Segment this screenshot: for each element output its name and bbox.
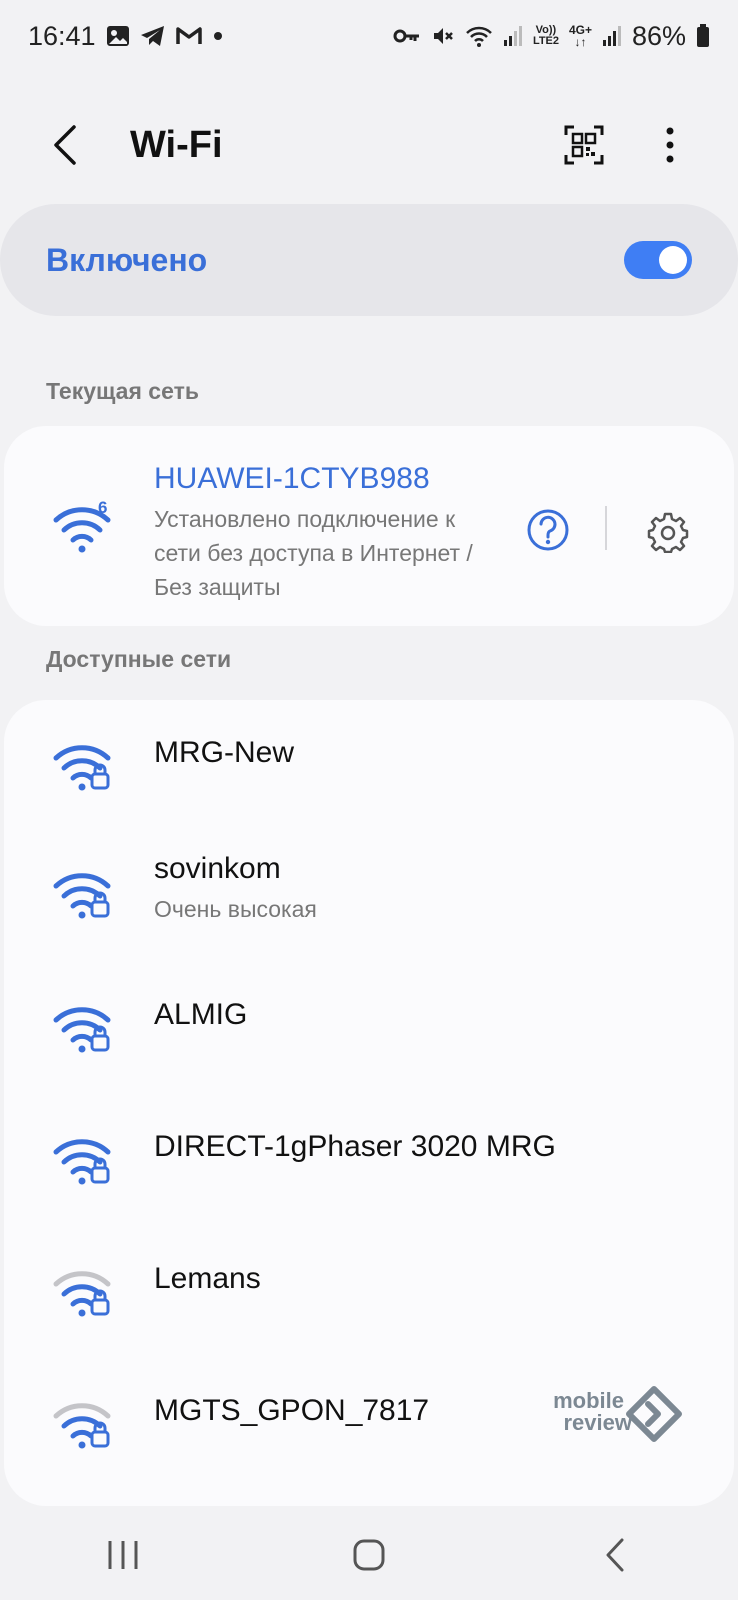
network-name: MRG-New xyxy=(154,736,294,769)
network-settings-button[interactable] xyxy=(640,504,696,560)
wifi-toggle-row[interactable]: Включено xyxy=(0,204,738,316)
volte-icon: Vo)) LTE2 xyxy=(532,24,560,47)
gear-icon xyxy=(647,512,689,553)
wifi-lock-icon xyxy=(53,745,111,791)
recent-apps-button[interactable] xyxy=(83,1525,163,1585)
mobile-review-logo: mobile review xyxy=(532,1386,682,1446)
switch-knob xyxy=(659,246,687,274)
wifi-6-badge: 6 xyxy=(98,498,108,517)
status-time: 16:41 xyxy=(28,20,96,51)
wifi-status-icon xyxy=(465,25,493,47)
mute-icon xyxy=(431,24,455,48)
network-name: sovinkom xyxy=(154,852,281,885)
recent-apps-icon xyxy=(108,1541,138,1569)
back-arrow-icon xyxy=(54,125,76,165)
wifi-lock-icon xyxy=(53,1403,111,1449)
current-network-status: Установлено подключение к сети без досту… xyxy=(154,506,473,600)
battery-percent: 86% xyxy=(631,20,686,51)
navigation-bar xyxy=(0,1510,738,1600)
telegram-icon xyxy=(140,25,166,47)
nav-back-button[interactable] xyxy=(575,1525,655,1585)
key-icon xyxy=(393,28,421,44)
network-list-item[interactable]: MRG-New xyxy=(4,700,734,810)
watermark-line2: review xyxy=(563,1410,633,1435)
network-signal-quality: Очень высокая xyxy=(154,896,317,922)
4g-icon: 4G+ ↓↑ xyxy=(568,23,592,49)
network-name: MGTS_GPON_7817 xyxy=(154,1394,430,1427)
wifi-lock-icon xyxy=(53,1139,111,1185)
home-icon xyxy=(353,1539,385,1571)
network-name: ALMIG xyxy=(154,998,248,1031)
gmail-icon xyxy=(175,26,202,46)
wifi-lock-icon xyxy=(53,1271,111,1317)
signal-icon xyxy=(602,25,622,47)
network-list-item[interactable]: ALMIG xyxy=(4,962,734,1072)
network-name: Lemans xyxy=(154,1262,261,1295)
wifi-lock-icon xyxy=(53,1007,111,1053)
watermark-line1: mobile xyxy=(553,1388,624,1413)
battery-icon xyxy=(696,24,710,48)
qr-code-icon xyxy=(564,125,604,165)
current-network-card: 6 HUAWEI-1CTYB988 Установлено подключени… xyxy=(4,426,734,626)
network-list-item[interactable]: sovinkom Очень высокая xyxy=(4,812,734,922)
network-list-item[interactable]: Lemans xyxy=(4,1226,734,1336)
divider xyxy=(605,506,607,550)
help-icon xyxy=(527,509,569,551)
qr-code-button[interactable] xyxy=(556,117,612,173)
network-list-item[interactable]: DIRECT-1gPhaser 3020 MRG xyxy=(4,1094,734,1204)
dot-icon xyxy=(212,30,224,42)
wifi-switch[interactable] xyxy=(624,241,692,279)
gallery-icon xyxy=(106,25,130,47)
home-button[interactable] xyxy=(329,1525,409,1585)
network-name: DIRECT-1gPhaser 3020 MRG xyxy=(154,1130,556,1163)
current-network-name: HUAWEI-1CTYB988 xyxy=(154,462,430,495)
status-bar: 16:41 Vo)) LTE2 4G+ ↓↑ 86% xyxy=(0,0,738,72)
app-bar: Wi-Fi xyxy=(0,100,738,190)
current-network-header: Текущая сеть xyxy=(46,378,199,404)
signal-icon xyxy=(503,25,523,47)
page-title: Wi-Fi xyxy=(130,123,223,166)
more-options-button[interactable] xyxy=(642,117,698,173)
current-network-item[interactable]: 6 HUAWEI-1CTYB988 Установлено подключени… xyxy=(4,426,734,626)
logo-diamond-icon xyxy=(626,1386,682,1442)
back-button[interactable] xyxy=(40,115,90,175)
wifi-toggle-label: Включено xyxy=(46,241,208,278)
wifi-lock-icon xyxy=(53,873,111,919)
help-button[interactable] xyxy=(520,502,576,558)
available-networks-header: Доступные сети xyxy=(46,646,232,672)
more-vert-icon xyxy=(666,127,674,163)
back-icon xyxy=(606,1538,624,1572)
